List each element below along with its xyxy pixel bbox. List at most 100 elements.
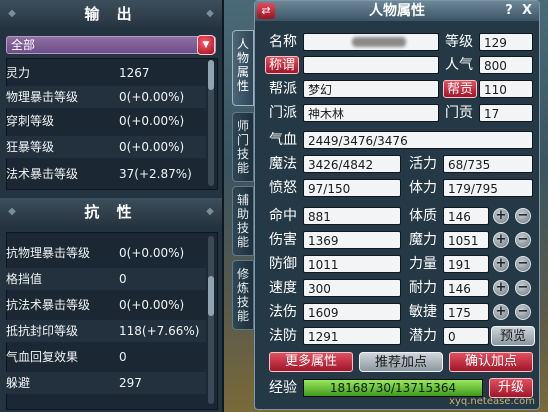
stats-panel: ◆ 输 出 ◆ 全部 ▼ 灵力 1267 物理暴击等级 0(+0.00%) 穿刺… (0, 0, 224, 412)
resist-section-header: ◆ 抗 性 ◆ (0, 198, 222, 226)
speed-value: 300 (303, 279, 401, 297)
help-button[interactable]: ? (501, 3, 517, 19)
list-item: 躲避 297 (6, 372, 206, 394)
tab-sect-skills[interactable]: 师门技能 (232, 112, 254, 182)
list-item: 抗物理暴击等级 0(+0.00%) (6, 246, 185, 260)
hp-label: 气血 (269, 132, 297, 148)
rage-value: 97/150 (303, 179, 401, 197)
preview-button[interactable]: 预览 (491, 326, 535, 346)
potential-label: 潜力 (409, 328, 437, 344)
constitution-label: 体质 (409, 208, 437, 224)
chevron-down-icon[interactable]: ▼ (197, 35, 215, 55)
resist-title: 抗 性 (84, 203, 138, 221)
window-title-bar[interactable]: 人物属性 (255, 1, 539, 21)
endurance-plus-button[interactable]: + (493, 280, 509, 296)
damage-value: 1369 (303, 231, 401, 249)
character-attributes-window: 人物属性 ⇄ ? X 名称 等级 129 称谓 人气 800 帮派 梦幻 帮贡 … (254, 0, 540, 410)
strength-label: 力量 (409, 256, 437, 272)
sect-contribution-label: 门贡 (445, 105, 473, 121)
redacted-name (352, 37, 406, 47)
guild-label: 帮派 (269, 81, 297, 97)
agility-minus-button[interactable]: − (515, 304, 531, 320)
vitality-value: 68/735 (443, 155, 533, 173)
list-item: 抗法术暴击等级 0(+0.00%) (6, 298, 185, 312)
list-item: 格挡值 0 (6, 268, 206, 290)
title-button[interactable]: 称谓 (265, 56, 299, 74)
damage-label: 伤害 (269, 232, 297, 248)
spell-defense-label: 法防 (269, 328, 297, 344)
hp-value: 2449/3476/3476 (303, 131, 533, 149)
name-label: 名称 (269, 34, 297, 50)
constitution-value: 146 (443, 207, 489, 225)
scroll-thumb[interactable] (208, 60, 214, 90)
tab-character-attributes[interactable]: 人物属性 (232, 30, 254, 106)
output-title: 输 出 (84, 5, 138, 23)
more-attributes-button[interactable]: 更多属性 (269, 352, 353, 372)
ornament-icon: ◆ (8, 8, 16, 19)
guild-value: 梦幻 (303, 80, 439, 98)
list-item: 穿刺等级 0(+0.00%) (6, 114, 185, 128)
spell-defense-value: 1291 (303, 327, 401, 345)
output-scrollbar[interactable] (208, 60, 214, 186)
list-item: 狂暴等级 0(+0.00%) (6, 136, 206, 158)
exp-label: 经验 (269, 380, 297, 396)
spell-damage-value: 1609 (303, 303, 401, 321)
constitution-minus-button[interactable]: − (515, 208, 531, 224)
endurance-label: 耐力 (409, 280, 437, 296)
stamina-value: 179/795 (443, 179, 533, 197)
vitality-label: 活力 (409, 156, 437, 172)
magic-minus-button[interactable]: − (515, 232, 531, 248)
guild-contribution-value: 110 (479, 80, 533, 98)
level-value: 129 (479, 33, 533, 51)
list-item: 抵抗封印等级 118(+7.66%) (6, 320, 206, 342)
strength-value: 191 (443, 255, 489, 273)
mp-value: 3426/4842 (303, 155, 401, 173)
list-item: 法术暴击等级 37(+2.87%) (6, 167, 192, 181)
endurance-value: 146 (443, 279, 489, 297)
close-button[interactable]: X (519, 3, 535, 19)
agility-plus-button[interactable]: + (493, 304, 509, 320)
magic-plus-button[interactable]: + (493, 232, 509, 248)
potential-value: 0 (443, 327, 489, 345)
confirm-points-button[interactable]: 确认加点 (449, 352, 533, 372)
ornament-icon: ◆ (206, 206, 214, 217)
magic-value: 1051 (443, 231, 489, 249)
stat-filter-value: 全部 (11, 38, 36, 52)
strength-minus-button[interactable]: − (515, 256, 531, 272)
hit-label: 命中 (269, 208, 297, 224)
hit-value: 881 (303, 207, 401, 225)
output-section-header: ◆ 输 出 ◆ (0, 0, 222, 28)
upgrade-button[interactable]: 升级 (489, 378, 533, 398)
resist-scrollbar[interactable] (208, 236, 214, 404)
scroll-thumb[interactable] (208, 276, 214, 316)
popularity-label: 人气 (445, 57, 473, 73)
constitution-plus-button[interactable]: + (493, 208, 509, 224)
ornament-icon: ◆ (8, 206, 16, 217)
popularity-value: 800 (479, 56, 533, 74)
list-item: 气血回复效果 0 (6, 350, 127, 364)
swap-icon[interactable]: ⇄ (257, 3, 275, 19)
sect-value: 神木林 (303, 104, 439, 122)
strength-plus-button[interactable]: + (493, 256, 509, 272)
agility-label: 敏捷 (409, 304, 437, 320)
defense-value: 1011 (303, 255, 401, 273)
spell-damage-label: 法伤 (269, 304, 297, 320)
list-item: 物理暴击等级 0(+0.00%) (6, 86, 206, 108)
list-item: 灵力 1267 (6, 66, 150, 80)
name-field (303, 33, 439, 51)
magic-label: 魔力 (409, 232, 437, 248)
recommend-points-button[interactable]: 推荐加点 (359, 352, 443, 372)
mp-label: 魔法 (269, 156, 297, 172)
tab-cultivation-skills[interactable]: 修炼技能 (232, 260, 254, 330)
window-title: 人物属性 (369, 3, 425, 19)
endurance-minus-button[interactable]: − (515, 280, 531, 296)
guild-contribution-button[interactable]: 帮贡 (443, 80, 477, 98)
level-label: 等级 (445, 34, 473, 50)
stat-filter-select[interactable]: 全部 ▼ (6, 35, 216, 55)
tab-support-skills[interactable]: 辅助技能 (232, 186, 254, 256)
sect-label: 门派 (269, 105, 297, 121)
title-field (303, 56, 439, 74)
rage-label: 愤怒 (269, 180, 297, 196)
watermark: xyq.netease.com (449, 396, 535, 407)
defense-label: 防御 (269, 256, 297, 272)
